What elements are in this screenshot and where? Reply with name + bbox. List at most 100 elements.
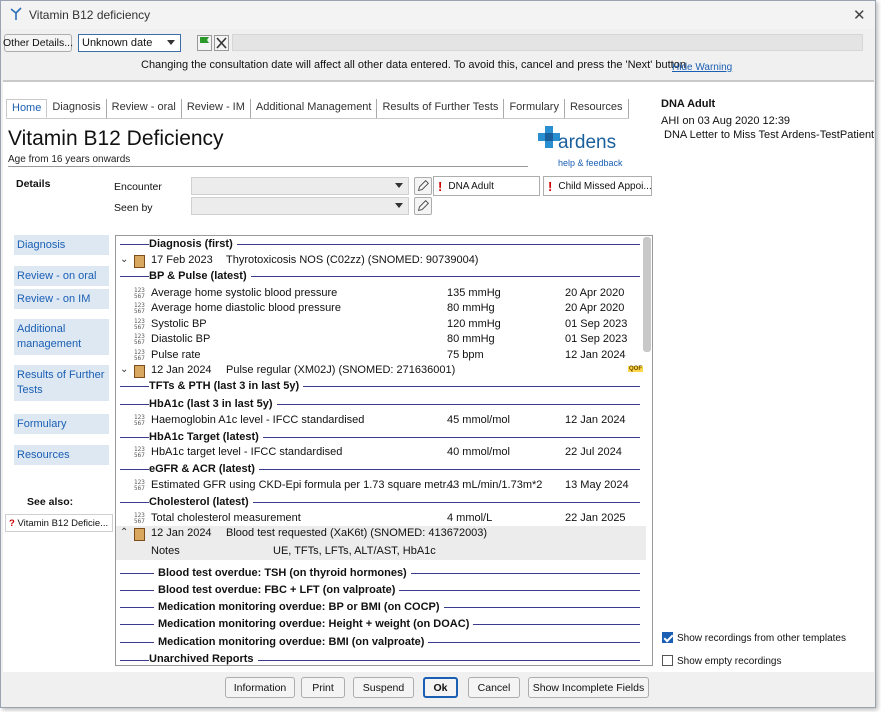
sidebar-item-diagnosis[interactable]: Diagnosis xyxy=(14,235,109,255)
section-hba1c: HbA1c (last 3 in last 5y) xyxy=(149,398,277,410)
tab-review-oral[interactable]: Review - oral xyxy=(107,99,182,118)
qof-badge: QOF xyxy=(628,366,643,372)
right-panel-title: DNA Adult xyxy=(661,98,716,110)
sidebar-item-formulary[interactable]: Formulary xyxy=(14,414,109,434)
item-date: 12 Jan 2024 xyxy=(151,527,212,539)
page-subtitle: Age from 16 years onwards xyxy=(8,154,131,165)
numeric-value-icon: 123 567 xyxy=(134,512,145,525)
ardens-cross-icon xyxy=(538,126,560,148)
tab-review-im[interactable]: Review - IM xyxy=(182,99,251,118)
chevron-down-icon[interactable]: ⌄ xyxy=(120,254,128,265)
item-date: 12 Jan 2024 xyxy=(565,414,626,426)
blood-test-entry[interactable]: ⌃ 12 Jan 2024 Blood test requested (XaK6… xyxy=(116,526,646,560)
tab-diagnosis[interactable]: Diagnosis xyxy=(47,99,107,118)
edit-encounter-icon[interactable] xyxy=(414,177,432,195)
table-row[interactable]: 123 567 Haemoglobin A1c level - IFCC stand… xyxy=(116,414,646,430)
list-item[interactable]: ⌄ 17 Feb 2023 Thyrotoxicosis NOS (C02zz) (… xyxy=(116,254,646,270)
flag-icon[interactable] xyxy=(197,35,212,51)
consultation-info-field[interactable] xyxy=(232,34,863,51)
item-date: 01 Sep 2023 xyxy=(565,333,628,345)
hide-warning-link[interactable]: Hide Warning xyxy=(672,62,732,73)
item-value: 80 mmHg xyxy=(447,302,495,314)
edit-seen-by-icon[interactable] xyxy=(414,197,432,215)
show-empty-checkbox[interactable] xyxy=(662,655,673,666)
show-other-templates-checkbox[interactable] xyxy=(662,632,673,643)
tab-additional-management[interactable]: Additional Management xyxy=(251,99,378,118)
section-hba1c-target: HbA1c Target (latest) xyxy=(149,431,263,443)
table-row[interactable]: 123 567 Systolic BP 120 mmHg 01 Sep 2023 xyxy=(116,318,646,334)
notes-label: Notes xyxy=(151,545,180,557)
record-icon xyxy=(134,365,145,378)
sidebar-item-results[interactable]: Results of Further Tests xyxy=(14,365,109,401)
flag-label: DNA Adult xyxy=(448,180,494,192)
item-name: HbA1c target level - IFCC standardised xyxy=(151,446,343,458)
section-egfr-acr: eGFR & ACR (latest) xyxy=(149,463,259,475)
recordings-list[interactable]: Diagnosis (first) ⌄ 17 Feb 2023 Thyrotoxic… xyxy=(115,235,653,666)
encounter-label: Encounter xyxy=(114,181,162,193)
information-button[interactable]: Information xyxy=(225,677,295,698)
table-row[interactable]: 123 567 Average home diastolic blood press… xyxy=(116,302,646,318)
item-name: Systolic BP xyxy=(151,318,207,330)
tab-resources[interactable]: Resources xyxy=(565,99,629,118)
show-incomplete-fields-button[interactable]: Show Incomplete Fields xyxy=(528,677,649,698)
table-row[interactable]: 123 567 Estimated GFR using CKD-Epi formul… xyxy=(116,479,646,495)
item-value: 80 mmHg xyxy=(447,333,495,345)
close-icon[interactable]: ✕ xyxy=(853,6,866,24)
table-row[interactable]: 123 567 HbA1c target level - IFCC standard… xyxy=(116,446,646,462)
other-details-button[interactable]: Other Details... xyxy=(3,34,73,52)
item-value: 40 mmol/mol xyxy=(447,446,510,458)
item-date: 17 Feb 2023 xyxy=(151,254,213,266)
item-name: Average home systolic blood pressure xyxy=(151,287,338,299)
item-text: Blood test requested (XaK6t) (SNOMED: 41… xyxy=(226,527,488,539)
record-icon xyxy=(134,528,145,541)
print-button[interactable]: Print xyxy=(301,677,345,698)
tab-home[interactable]: Home xyxy=(6,99,48,118)
chevron-down-icon[interactable]: ⌄ xyxy=(120,364,128,375)
date-value: Unknown date xyxy=(82,37,153,49)
item-date: 01 Sep 2023 xyxy=(565,318,628,330)
numeric-value-icon: 123 567 xyxy=(134,287,145,300)
item-value: 75 bpm xyxy=(447,349,484,361)
item-date: 12 Jan 2024 xyxy=(151,364,212,376)
tab-results[interactable]: Results of Further Tests xyxy=(377,99,505,118)
list-scrollbar[interactable] xyxy=(643,237,651,352)
item-name: Total cholesterol measurement xyxy=(151,512,301,524)
child-missed-flag[interactable]: ! Child Missed Appoi... xyxy=(543,176,652,196)
section-overdue-bmi: Medication monitoring overdue: BMI (on v… xyxy=(154,636,429,648)
numeric-value-icon: 123 567 xyxy=(134,446,145,459)
sidebar-item-additional-management[interactable]: Additional management xyxy=(14,319,109,355)
right-panel-entry: AHI on 03 Aug 2020 12:39 xyxy=(661,115,791,127)
suspend-button[interactable]: Suspend xyxy=(353,677,414,698)
date-warning: Changing the consultation date will affe… xyxy=(141,59,686,71)
list-item[interactable]: ⌄ 12 Jan 2024 Pulse regular (XM02J) (SNOME… xyxy=(116,364,646,380)
item-date: 20 Apr 2020 xyxy=(565,287,625,299)
item-date: 13 May 2024 xyxy=(565,479,629,491)
ardens-logo[interactable]: ardens help & feedback xyxy=(538,126,628,168)
sidebar-item-resources[interactable]: Resources xyxy=(14,445,109,465)
chevron-up-icon[interactable]: ⌃ xyxy=(120,527,128,538)
table-row[interactable]: 123 567 Average home systolic blood pressu… xyxy=(116,287,646,303)
sidebar-item-review-oral[interactable]: Review - on oral xyxy=(14,266,109,286)
show-empty-label[interactable]: Show empty recordings xyxy=(677,656,782,667)
date-select[interactable]: Unknown date xyxy=(78,34,181,52)
show-other-templates-label[interactable]: Show recordings from other templates xyxy=(677,633,846,644)
help-feedback-link[interactable]: help & feedback xyxy=(558,158,623,168)
sidebar-item-review-im[interactable]: Review - on IM xyxy=(14,289,109,309)
ok-button[interactable]: Ok xyxy=(423,677,458,698)
see-also-label: See also: xyxy=(27,496,74,508)
window-title: Vitamin B12 deficiency xyxy=(29,8,151,22)
table-row[interactable]: 123 567 Pulse rate 75 bpm 12 Jan 2024 xyxy=(116,349,646,365)
encounter-select[interactable] xyxy=(191,177,409,195)
tab-formulary[interactable]: Formulary xyxy=(504,99,565,118)
cancel-button[interactable]: Cancel xyxy=(468,677,520,698)
see-also-text: Vitamin B12 Deficie... xyxy=(17,518,109,529)
details-label: Details xyxy=(16,178,51,190)
item-date: 20 Apr 2020 xyxy=(565,302,625,314)
dna-adult-flag[interactable]: ! DNA Adult xyxy=(433,176,540,196)
table-row[interactable]: 123 567 Diastolic BP 80 mmHg 01 Sep 2023 xyxy=(116,333,646,349)
clear-icon[interactable] xyxy=(214,35,229,51)
see-also-link[interactable]: ? Vitamin B12 Deficie... xyxy=(5,514,113,532)
item-value: 120 mmHg xyxy=(447,318,501,330)
seen-by-select[interactable] xyxy=(191,197,409,215)
tab-bar: Home Diagnosis Review - oral Review - IM… xyxy=(6,99,629,119)
